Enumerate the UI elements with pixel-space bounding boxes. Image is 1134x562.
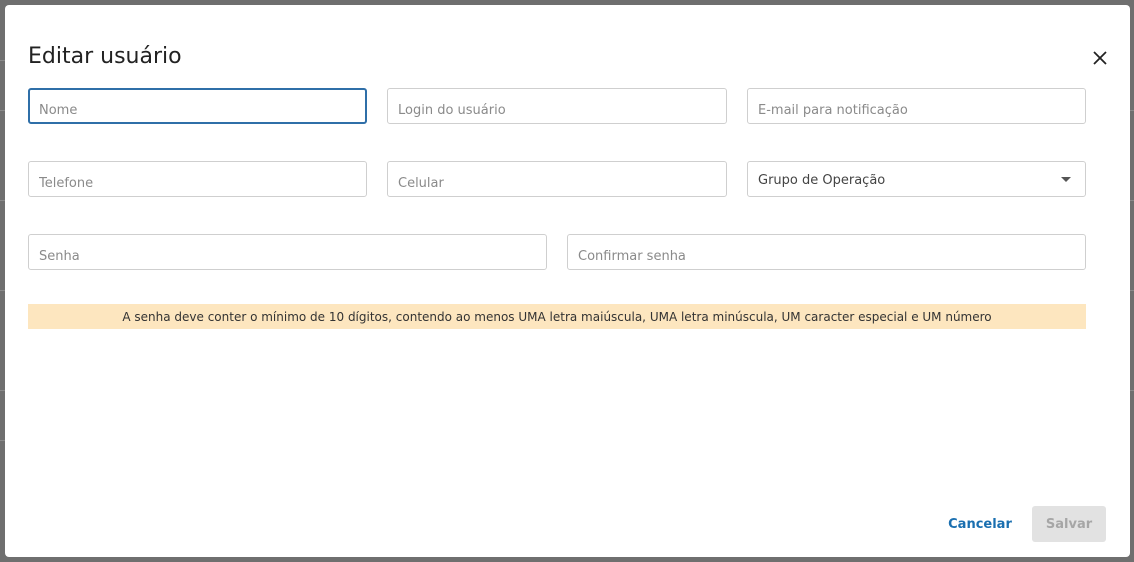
email-field[interactable] xyxy=(747,88,1086,124)
phone-input[interactable] xyxy=(39,175,356,191)
login-input[interactable] xyxy=(398,102,716,118)
edit-user-dialog: Editar usuário Grupo de Operação A senha… xyxy=(5,5,1130,557)
dialog-title: Editar usuário xyxy=(28,44,182,69)
cancel-button[interactable]: Cancelar xyxy=(940,506,1020,542)
login-field[interactable] xyxy=(387,88,727,124)
email-input[interactable] xyxy=(758,102,1075,118)
close-icon xyxy=(1093,51,1107,65)
name-field[interactable] xyxy=(28,88,367,124)
operation-group-value: Grupo de Operação xyxy=(758,172,886,188)
password-rules-notice: A senha deve conter o mínimo de 10 dígit… xyxy=(28,304,1086,329)
phone-field[interactable] xyxy=(28,161,367,197)
operation-group-select[interactable]: Grupo de Operação xyxy=(747,161,1086,197)
confirm-password-field[interactable] xyxy=(567,234,1086,270)
close-button[interactable] xyxy=(1088,46,1112,70)
mobile-input[interactable] xyxy=(398,175,716,191)
save-button[interactable]: Salvar xyxy=(1032,506,1106,542)
confirm-password-input[interactable] xyxy=(578,248,1075,264)
password-input[interactable] xyxy=(39,248,536,264)
mobile-field[interactable] xyxy=(387,161,727,197)
caret-down-icon xyxy=(1061,176,1071,182)
password-field[interactable] xyxy=(28,234,547,270)
name-input[interactable] xyxy=(39,102,356,118)
